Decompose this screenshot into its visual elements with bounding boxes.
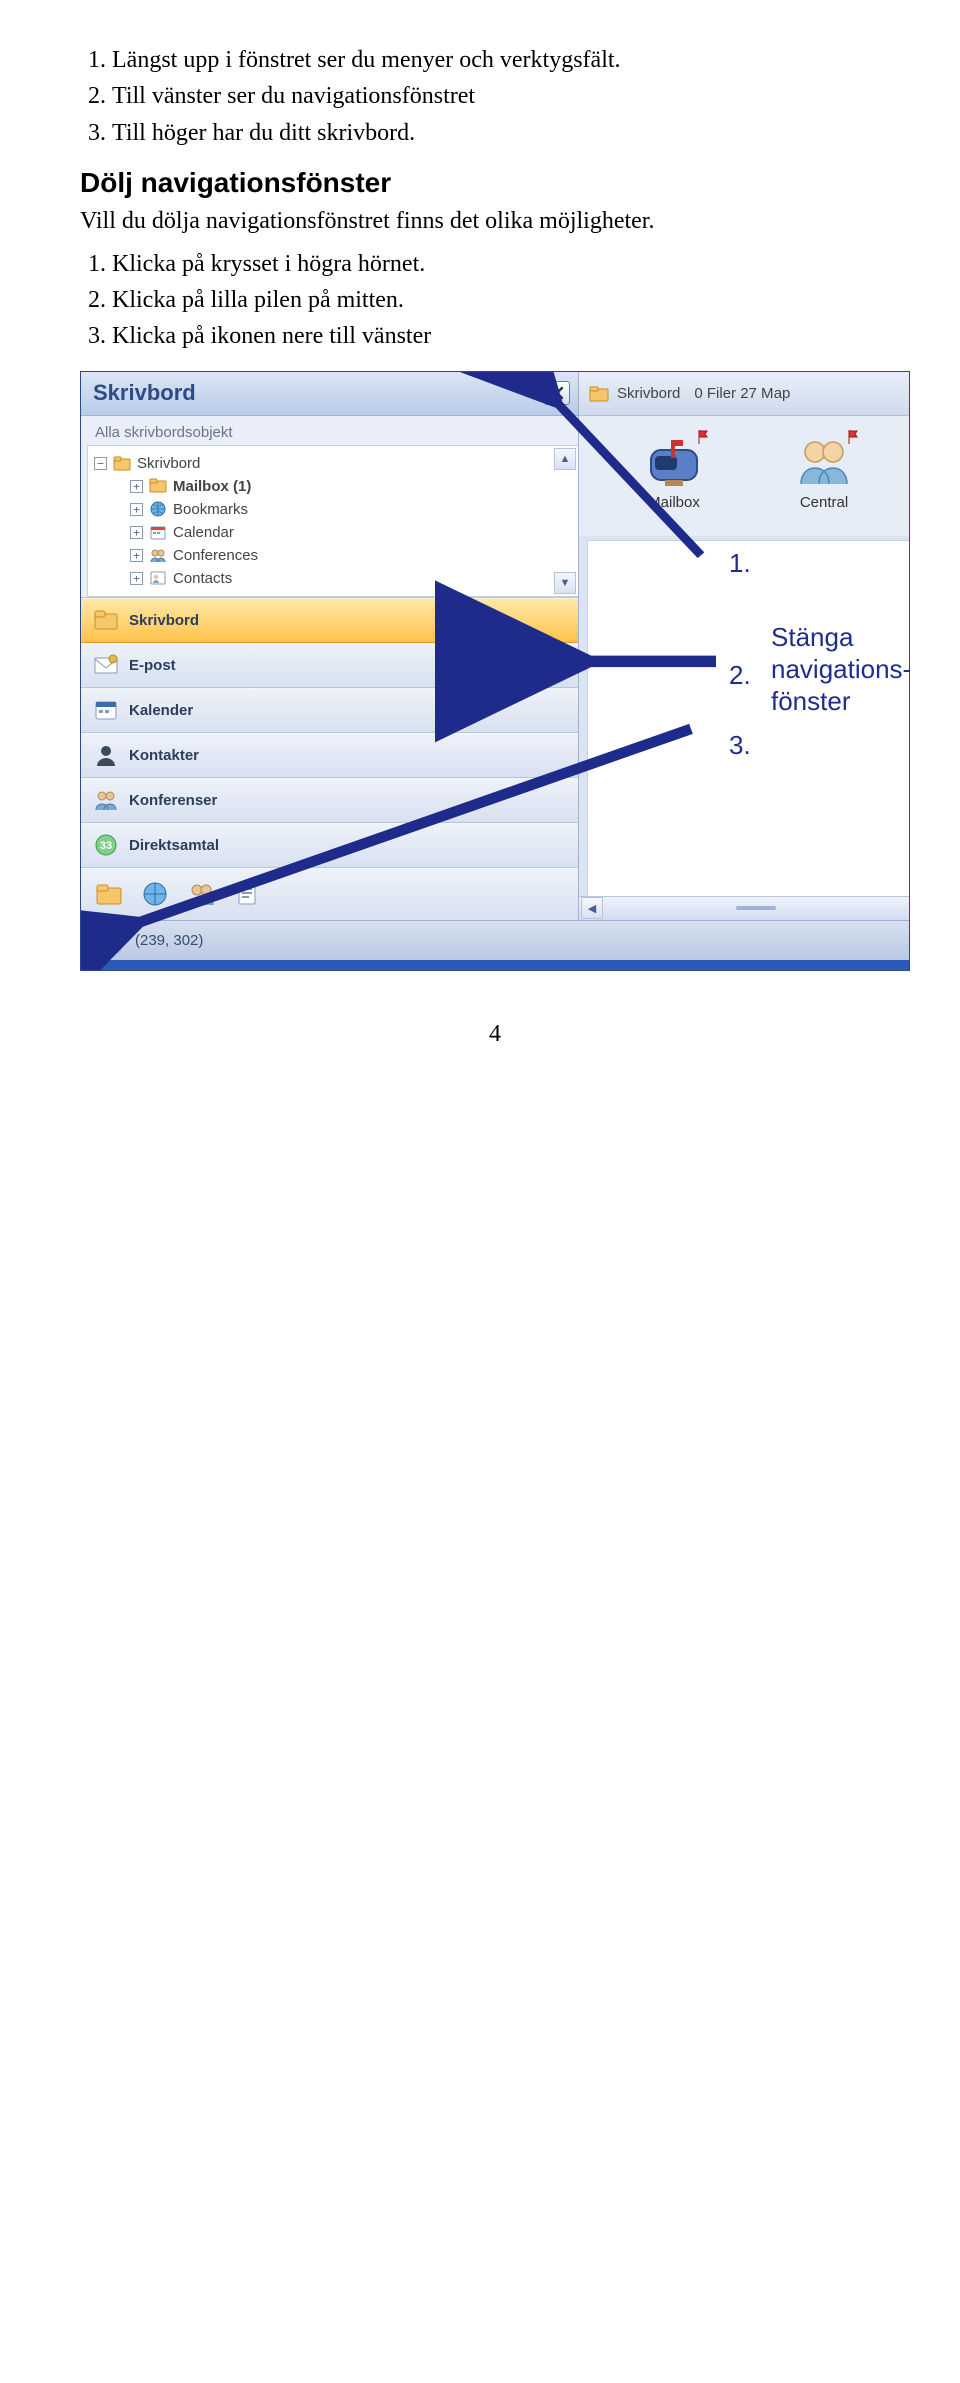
section-lead: Vill du dölja navigationsfönstret finns …	[80, 205, 910, 237]
close-icon	[550, 386, 564, 400]
tree-scroll-down[interactable]: ▼	[554, 572, 576, 594]
content-status: 0 Filer 27 Мар	[694, 385, 790, 402]
tree-item-mailbox[interactable]: + Mailbox (1)	[94, 475, 578, 498]
tree-expand-icon[interactable]: +	[130, 549, 143, 562]
hide-list: Klicka på krysset i högra hörnet. Klicka…	[80, 248, 910, 353]
hide-item-1: Klicka på krysset i högra hörnet.	[112, 248, 910, 280]
stack-label: Direktsamtal	[129, 837, 219, 854]
tree-item-contacts[interactable]: + Contacts	[94, 567, 578, 590]
tree-item-label: Contacts	[173, 570, 232, 587]
tree-item-bookmarks[interactable]: + Bookmarks	[94, 498, 578, 521]
page-number: 4	[80, 1021, 910, 1048]
status-bar: (239, 302)	[81, 920, 909, 960]
screenshot: Skrivbord Alla skrivbordsobjekt ▲ −	[80, 371, 910, 971]
stack-item-kontakter[interactable]: Kontakter	[81, 733, 578, 778]
desktop-item-mailbox[interactable]: Mailbox	[629, 434, 719, 536]
intro-item-2: Till vänster ser du navigationsfönstret	[112, 80, 910, 112]
person-icon	[93, 743, 119, 767]
globe-icon	[149, 501, 167, 517]
stack-label: Skrivbord	[129, 612, 199, 629]
desktop-item-label: Mailbox	[629, 494, 719, 511]
stack-label: E-post	[129, 657, 176, 674]
nav-stack: Skrivbord E-post	[81, 597, 578, 868]
tree-item-calendar[interactable]: + Calendar	[94, 521, 578, 544]
nav-title: Skrivbord	[93, 380, 196, 406]
tree-item-label: Mailbox (1)	[173, 478, 251, 495]
hide-item-3: Klicka på ikonen nere till vänster	[112, 320, 910, 352]
people-icon	[795, 434, 853, 488]
tree-item-label: Bookmarks	[173, 501, 248, 518]
content-pane: Skrivbord 0 Filer 27 Мар Mailbox	[579, 372, 909, 920]
content-hscrollbar[interactable]: ◀	[579, 896, 909, 920]
intro-list: Längst upp i fönstret ser du menyer och …	[80, 44, 910, 149]
tree-expand-icon[interactable]: +	[130, 503, 143, 516]
section-heading: Dölj navigationsfönster	[80, 167, 910, 199]
folder-icon	[589, 384, 609, 402]
stack-label: Konferenser	[129, 792, 217, 809]
people-icon[interactable]	[187, 881, 215, 907]
scroll-grip-icon	[736, 903, 776, 913]
svg-text:33: 33	[100, 840, 112, 852]
tree-collapse-icon[interactable]: −	[94, 457, 107, 470]
folder-icon	[93, 608, 119, 632]
people-icon	[93, 788, 119, 812]
tree-expand-icon[interactable]: +	[130, 572, 143, 585]
hide-item-2: Klicka på lilla pilen på mitten.	[112, 284, 910, 316]
content-whitespace	[587, 540, 909, 896]
status-coords: (239, 302)	[135, 932, 203, 949]
flag-icon	[697, 430, 709, 444]
tree-item-label: Conferences	[173, 547, 258, 564]
folder-icon[interactable]	[95, 881, 123, 907]
mail-icon	[93, 653, 119, 677]
stack-item-konferenser[interactable]: Konferenser	[81, 778, 578, 823]
nav-toggle-button[interactable]	[91, 927, 121, 953]
nav-close-button[interactable]	[544, 381, 570, 405]
chevron-up-icon: ▲	[560, 453, 571, 465]
stack-item-direktsamtal[interactable]: 33 Direktsamtal	[81, 823, 578, 868]
tree-item-conferences[interactable]: + Conferences	[94, 544, 578, 567]
nav-subtitle: Alla skrivbordsobjekt	[81, 416, 578, 445]
stack-label: Kalender	[129, 702, 193, 719]
tree-scroll-up[interactable]: ▲	[554, 448, 576, 470]
folder-icon	[113, 455, 131, 471]
tree-root-label: Skrivbord	[137, 455, 200, 472]
tree-root[interactable]: − Skrivbord	[94, 452, 578, 475]
chevron-down-icon: ▼	[560, 577, 571, 589]
chat-icon: 33	[93, 833, 119, 857]
calendar-icon	[93, 698, 119, 722]
globe-icon[interactable]	[141, 881, 169, 907]
panel-toggle-icon	[97, 932, 115, 948]
window-border	[81, 960, 909, 970]
chevron-left-icon: ◀	[588, 902, 596, 915]
scroll-track[interactable]	[603, 903, 909, 913]
intro-item-1: Längst upp i fönstret ser du menyer och …	[112, 44, 910, 76]
tree-item-label: Calendar	[173, 524, 234, 541]
people-icon	[149, 547, 167, 563]
desktop-item-central[interactable]: Central	[779, 434, 869, 536]
calendar-icon	[149, 524, 167, 540]
mailbox-icon	[645, 434, 703, 488]
tree-expand-icon[interactable]: +	[130, 480, 143, 493]
stack-item-kalender[interactable]: Kalender	[81, 688, 578, 733]
stack-label: Kontakter	[129, 747, 199, 764]
desktop-icons: Mailbox Central	[579, 416, 909, 536]
contact-icon	[149, 570, 167, 586]
breadcrumb: Skrivbord	[617, 385, 680, 402]
desktop-item-label: Central	[779, 494, 869, 511]
scroll-left-button[interactable]: ◀	[581, 897, 603, 919]
content-header: Skrivbord 0 Filer 27 Мар	[579, 372, 909, 416]
nav-header: Skrivbord	[81, 372, 578, 416]
intro-item-3: Till höger har du ditt skrivbord.	[112, 117, 910, 149]
nav-iconbar	[81, 868, 578, 920]
stack-item-skrivbord[interactable]: Skrivbord	[81, 598, 578, 643]
tree-expand-icon[interactable]: +	[130, 526, 143, 539]
nav-pane: Skrivbord Alla skrivbordsobjekt ▲ −	[81, 372, 579, 920]
flag-icon	[847, 430, 859, 444]
stack-item-epost[interactable]: E-post	[81, 643, 578, 688]
document-icon[interactable]	[233, 881, 261, 907]
mailbox-icon	[149, 478, 167, 494]
nav-tree: ▲ − Skrivbord +	[87, 445, 578, 597]
